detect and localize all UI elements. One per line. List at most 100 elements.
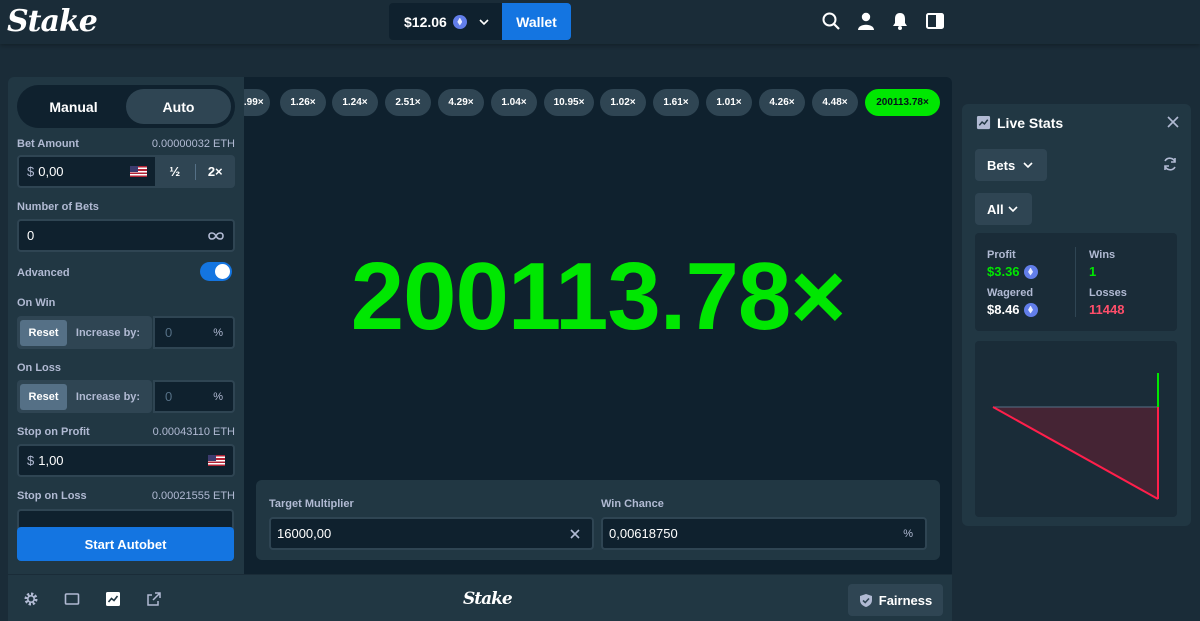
period-filter-dropdown[interactable]: All <box>975 193 1032 225</box>
bets-filter-value: Bets <box>987 157 1016 173</box>
percent-icon: % <box>213 390 223 403</box>
on-win-reset-button[interactable]: Reset <box>20 319 67 346</box>
result-pill-latest[interactable]: 200113.78× <box>865 89 940 116</box>
currency-symbol: $ <box>27 453 35 468</box>
result-pill[interactable]: 10.95× <box>544 89 594 116</box>
on-loss-reset-button[interactable]: Reset <box>20 383 67 410</box>
start-autobet-button[interactable]: Start Autobet <box>17 527 234 561</box>
live-stats-title: Live Stats <box>997 115 1064 131</box>
period-filter-value: All <box>987 201 1004 217</box>
wallet-button[interactable]: Wallet <box>502 3 571 40</box>
live-stats-icon <box>976 115 991 130</box>
popout-icon[interactable] <box>146 591 162 607</box>
stop-on-profit-value: 1,00 <box>38 453 64 468</box>
game-footer: Stake Fairness <box>8 575 952 621</box>
bell-icon[interactable] <box>890 11 910 31</box>
number-of-bets-input[interactable]: 0 <box>17 219 235 252</box>
footer-stake-logo: Stake <box>463 589 513 609</box>
double-bet-button[interactable]: 2× <box>196 164 236 179</box>
win-chance-value: 0,00618750 <box>609 526 678 541</box>
bet-mode-toggle: Manual Auto <box>17 85 235 128</box>
tab-manual[interactable]: Manual <box>21 89 126 124</box>
bet-amount-eth: 0.00000032 ETH <box>151 138 235 150</box>
result-pill[interactable]: 4.29× <box>438 89 484 116</box>
result-pill[interactable]: 4.48× <box>812 89 858 116</box>
result-pill[interactable]: 2.51× <box>385 89 431 116</box>
balance-selector[interactable]: $12.06 <box>389 3 502 40</box>
theatre-mode-icon[interactable] <box>64 591 80 607</box>
on-loss-mode: Reset Increase by: <box>17 380 152 413</box>
chevron-down-icon <box>1023 162 1033 169</box>
ethereum-icon <box>452 14 467 29</box>
number-of-bets-label: Number of Bets <box>17 201 99 213</box>
profit-chart-graph <box>992 373 1159 500</box>
stats-summary: Profit $3.36 Wagered $8.46 Wins 1 Losses… <box>975 233 1177 331</box>
sidebar-toggle-icon[interactable] <box>925 11 945 31</box>
on-win-mode: Reset Increase by: <box>17 316 152 349</box>
top-bar: Stake $12.06 Wallet <box>0 0 1200 44</box>
stop-on-loss-label: Stop on Loss <box>17 490 87 502</box>
chevron-down-icon <box>1008 206 1018 213</box>
stop-on-loss-input[interactable] <box>17 509 234 529</box>
chevron-down-icon <box>479 18 489 25</box>
on-loss-increase-button[interactable]: Increase by: <box>67 391 149 403</box>
half-bet-button[interactable]: ½ <box>155 164 195 179</box>
profit-label: Profit <box>987 249 1016 261</box>
bets-filter-dropdown[interactable]: Bets <box>975 149 1047 181</box>
stop-on-profit-input[interactable]: $ 1,00 <box>17 444 235 477</box>
percent-icon: % <box>213 326 223 339</box>
target-multiplier-input[interactable]: 16000,00 <box>269 517 594 550</box>
refresh-icon[interactable] <box>1162 156 1178 172</box>
ethereum-icon <box>1023 302 1038 317</box>
infinity-icon[interactable] <box>207 231 225 241</box>
wagered-row: $8.46 <box>987 302 1038 317</box>
fairness-button[interactable]: Fairness <box>848 584 943 616</box>
on-win-percent-input[interactable]: 0 % <box>153 316 235 349</box>
win-chance-input[interactable]: 0,00618750 % <box>601 517 927 550</box>
on-win-increase-button[interactable]: Increase by: <box>67 327 149 339</box>
bet-modifiers: ½ 2× <box>155 155 235 188</box>
wins-label: Wins <box>1089 249 1116 261</box>
close-icon[interactable] <box>1167 116 1179 128</box>
stop-on-loss-eth: 0.00021555 ETH <box>151 490 235 502</box>
stop-on-profit-eth: 0.00043110 ETH <box>152 426 235 438</box>
result-pill[interactable]: 1.99× <box>244 89 270 116</box>
losses-label: Losses <box>1089 287 1127 299</box>
tab-auto[interactable]: Auto <box>126 89 231 124</box>
stake-logo[interactable]: Stake <box>7 4 98 39</box>
bet-amount-label: Bet Amount <box>17 138 79 150</box>
result-pill[interactable]: 1.04× <box>491 89 537 116</box>
bet-controls-panel: Manual Auto Bet Amount 0.00000032 ETH $ … <box>8 77 244 574</box>
game-area: 1.99× 1.26× 1.24× 2.51× 4.29× 1.04× 10.9… <box>244 77 952 574</box>
wagered-label: Wagered <box>987 287 1034 299</box>
advanced-toggle[interactable] <box>200 262 232 281</box>
on-loss-percent-input[interactable]: 0 % <box>153 380 235 413</box>
game-settings-box: Target Multiplier 16000,00 Win Chance 0,… <box>256 480 940 560</box>
currency-symbol: $ <box>27 164 35 179</box>
balance-value: $12.06 <box>404 13 447 30</box>
profit-chart <box>975 341 1177 517</box>
search-icon[interactable] <box>821 11 841 31</box>
wins-value: 1 <box>1089 264 1097 279</box>
result-multiplier: 200113.78× <box>350 243 847 350</box>
result-pill[interactable]: 1.02× <box>600 89 646 116</box>
fairness-label: Fairness <box>878 592 933 608</box>
result-pill[interactable]: 1.01× <box>706 89 752 116</box>
result-pill[interactable]: 1.61× <box>653 89 699 116</box>
stop-on-profit-label: Stop on Profit <box>17 426 90 438</box>
result-pill[interactable]: 4.26× <box>759 89 805 116</box>
bet-amount-input[interactable]: $ 0,00 <box>17 155 157 188</box>
losses-value: 11448 <box>1089 302 1125 317</box>
wagered-value: $8.46 <box>987 302 1020 317</box>
number-of-bets-value: 0 <box>27 228 35 243</box>
result-pill[interactable]: 1.26× <box>280 89 326 116</box>
settings-icon[interactable] <box>23 591 39 607</box>
live-stats-icon[interactable] <box>105 591 121 607</box>
us-flag-icon <box>130 166 147 177</box>
user-icon[interactable] <box>856 11 876 31</box>
close-icon[interactable] <box>570 528 580 539</box>
on-loss-value: 0 <box>165 389 173 404</box>
shield-icon <box>859 593 872 607</box>
us-flag-icon <box>208 455 225 466</box>
result-pill[interactable]: 1.24× <box>332 89 378 116</box>
